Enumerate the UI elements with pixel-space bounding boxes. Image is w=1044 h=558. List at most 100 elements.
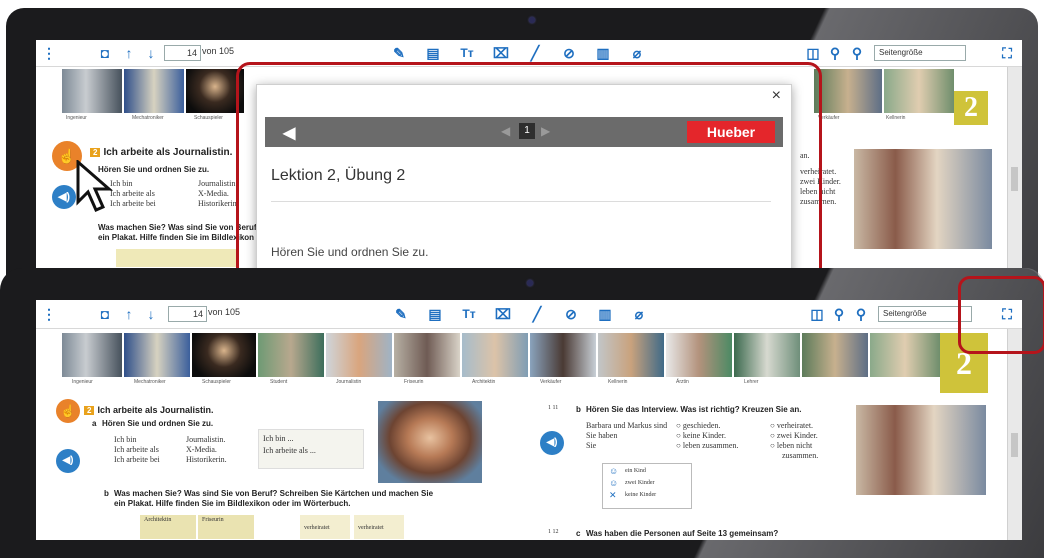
interview-option-cont: zusammen.	[782, 451, 819, 460]
photo-kellnerin	[598, 333, 664, 377]
scrollbar-front[interactable]	[1007, 329, 1022, 540]
highlighter-icon[interactable]: ✎	[392, 305, 410, 323]
word-card: verheiratet	[354, 515, 404, 539]
instruction-c: Was haben die Personen auf Seite 13 geme…	[586, 529, 779, 538]
fullscreen-icon[interactable]: ⛶	[998, 44, 1016, 62]
menu-icon[interactable]: ⋮	[40, 305, 58, 323]
interview-option[interactable]: ○ geschieden.	[676, 421, 720, 430]
bubble-line: Ich arbeite als ...	[263, 446, 316, 455]
photo-mechatroniker	[124, 69, 184, 113]
mouse-pointer-icon	[76, 158, 116, 214]
col2-item: Journalistin.	[186, 435, 226, 444]
split-view-icon[interactable]: ◫	[804, 44, 822, 62]
photo-couple	[856, 405, 986, 495]
audio-button[interactable]: ◀)	[56, 449, 80, 473]
photo-caption: Verkäufer	[540, 379, 562, 385]
instruction-1b: Hören Sie das Interview. Was ist richtig…	[586, 405, 802, 414]
zoom-in-icon[interactable]: ⚲	[852, 305, 870, 323]
interview-option[interactable]: ○ leben nicht	[770, 441, 812, 450]
zoom-in-icon[interactable]: ⚲	[848, 44, 866, 62]
col1-item: Ich arbeite als	[110, 189, 155, 198]
trash-icon[interactable]: ▥	[596, 305, 614, 323]
bubble-line: Ich bin ...	[263, 434, 294, 443]
instruction-c-label: c	[576, 529, 581, 538]
arrow-down-icon[interactable]: ↓	[142, 44, 160, 62]
text-box-icon[interactable]: ⌧	[492, 44, 510, 62]
exercise-title: 2 Ich arbeite als Journalistin.	[90, 147, 232, 158]
photo-caption: Ingenieur	[72, 379, 93, 385]
col1-item: Ich bin	[114, 435, 137, 444]
photo-caption: Kellnerin	[608, 379, 628, 385]
text-icon[interactable]: Tт	[460, 305, 478, 323]
arrow-up-icon[interactable]: ↑	[120, 44, 138, 62]
card-text: verheiratet	[304, 525, 330, 531]
zoom-out-icon[interactable]: ⚲	[830, 305, 848, 323]
card-text: Friseurin	[202, 517, 224, 523]
search-page-icon[interactable]: ◘	[96, 44, 114, 62]
interview-option[interactable]: ○ leben zusammen.	[676, 441, 738, 450]
page-number-input[interactable]: 14	[168, 306, 207, 322]
instruction-a: Hören Sie und ordnen Sie zu.	[102, 419, 214, 428]
word-card: Architektin	[140, 515, 196, 539]
photo-architektin	[462, 333, 528, 377]
interview-option[interactable]: ○ keine Kinder.	[676, 431, 726, 440]
interview-left: Sie haben	[586, 431, 618, 440]
photo-caption: Ärztin	[676, 379, 689, 385]
kids-option: ein Kind	[625, 468, 646, 474]
highlighter-icon[interactable]: ✎	[390, 44, 408, 62]
arrow-down-icon[interactable]: ↓	[142, 305, 160, 323]
col2-item: X-Media.	[198, 189, 229, 198]
webcam-icon	[529, 17, 535, 23]
photo-interview	[854, 149, 992, 249]
photo-caption: Schauspieler	[202, 379, 231, 385]
child-icon: ☺	[609, 478, 619, 488]
word-card: Friseurin	[198, 515, 254, 539]
zoom-select[interactable]: Seitengröße	[874, 45, 966, 61]
eraser-icon[interactable]: ⊘	[562, 305, 580, 323]
interactive-exercise-button[interactable]: ☝	[56, 399, 80, 423]
photo-caption: Lehrer	[744, 379, 759, 385]
audio-button[interactable]: ◀)	[52, 185, 76, 209]
photo-caption: Architektin	[472, 379, 496, 385]
text-icon[interactable]: Tт	[458, 44, 476, 62]
pen-icon[interactable]: ╱	[528, 305, 546, 323]
photo-right-2	[870, 333, 940, 377]
photo-aerztin	[666, 333, 732, 377]
attachment-icon[interactable]: ⌀	[628, 44, 646, 62]
interview-option[interactable]: ○ zwei Kinder.	[770, 431, 818, 440]
lesson-badge: 2	[954, 91, 988, 125]
pen-icon[interactable]: ╱	[526, 44, 544, 62]
scrollbar-back[interactable]	[1007, 67, 1022, 272]
kids-option: zwei Kinder	[625, 480, 655, 486]
scrollbar-thumb[interactable]	[1011, 167, 1018, 191]
col1-item: Ich arbeite bei	[114, 455, 160, 464]
note-icon[interactable]: ▤	[424, 44, 442, 62]
menu-icon[interactable]: ⋮	[40, 44, 58, 62]
no-child-icon: ✕	[609, 490, 617, 500]
arrow-up-icon[interactable]: ↑	[120, 305, 138, 323]
children-box: ein Kind zwei Kinder keine Kinder ☺ ☺ ✕	[602, 463, 692, 509]
word-card: verheiratet	[300, 515, 350, 539]
search-page-icon[interactable]: ◘	[96, 305, 114, 323]
photo-right-2	[884, 69, 954, 113]
photo-caption: Schauspieler	[194, 115, 223, 121]
instruction-1b-label: b	[576, 405, 581, 414]
note-icon[interactable]: ▤	[426, 305, 444, 323]
audio-button[interactable]: ◀)	[540, 431, 564, 455]
text-box-icon[interactable]: ⌧	[494, 305, 512, 323]
photo-caption: Journalistin	[336, 379, 362, 385]
instruction-b-cont: ein Plakat. Hilfe finden Sie im Bildlexi…	[114, 499, 351, 508]
webcam-icon	[527, 280, 533, 286]
eraser-icon[interactable]: ⊘	[560, 44, 578, 62]
zoom-out-icon[interactable]: ⚲	[826, 44, 844, 62]
interview-option[interactable]: ○ verheiratet.	[770, 421, 813, 430]
page-number-input[interactable]: 14	[164, 45, 201, 61]
scrollbar-thumb[interactable]	[1011, 433, 1018, 457]
viewer-toolbar: ⋮ ◘ ↑ ↓ 14 von 105 ✎ ▤ Tт ⌧ ╱ ⊘ ▥ ⌀ ◫ ⚲ …	[36, 300, 1022, 329]
photo-ingenieur	[62, 69, 122, 113]
interview-left: Barbara und Markus sind	[586, 421, 668, 430]
attachment-icon[interactable]: ⌀	[630, 305, 648, 323]
split-view-icon[interactable]: ◫	[808, 305, 826, 323]
photo-ingenieur	[62, 333, 122, 377]
trash-icon[interactable]: ▥	[594, 44, 612, 62]
